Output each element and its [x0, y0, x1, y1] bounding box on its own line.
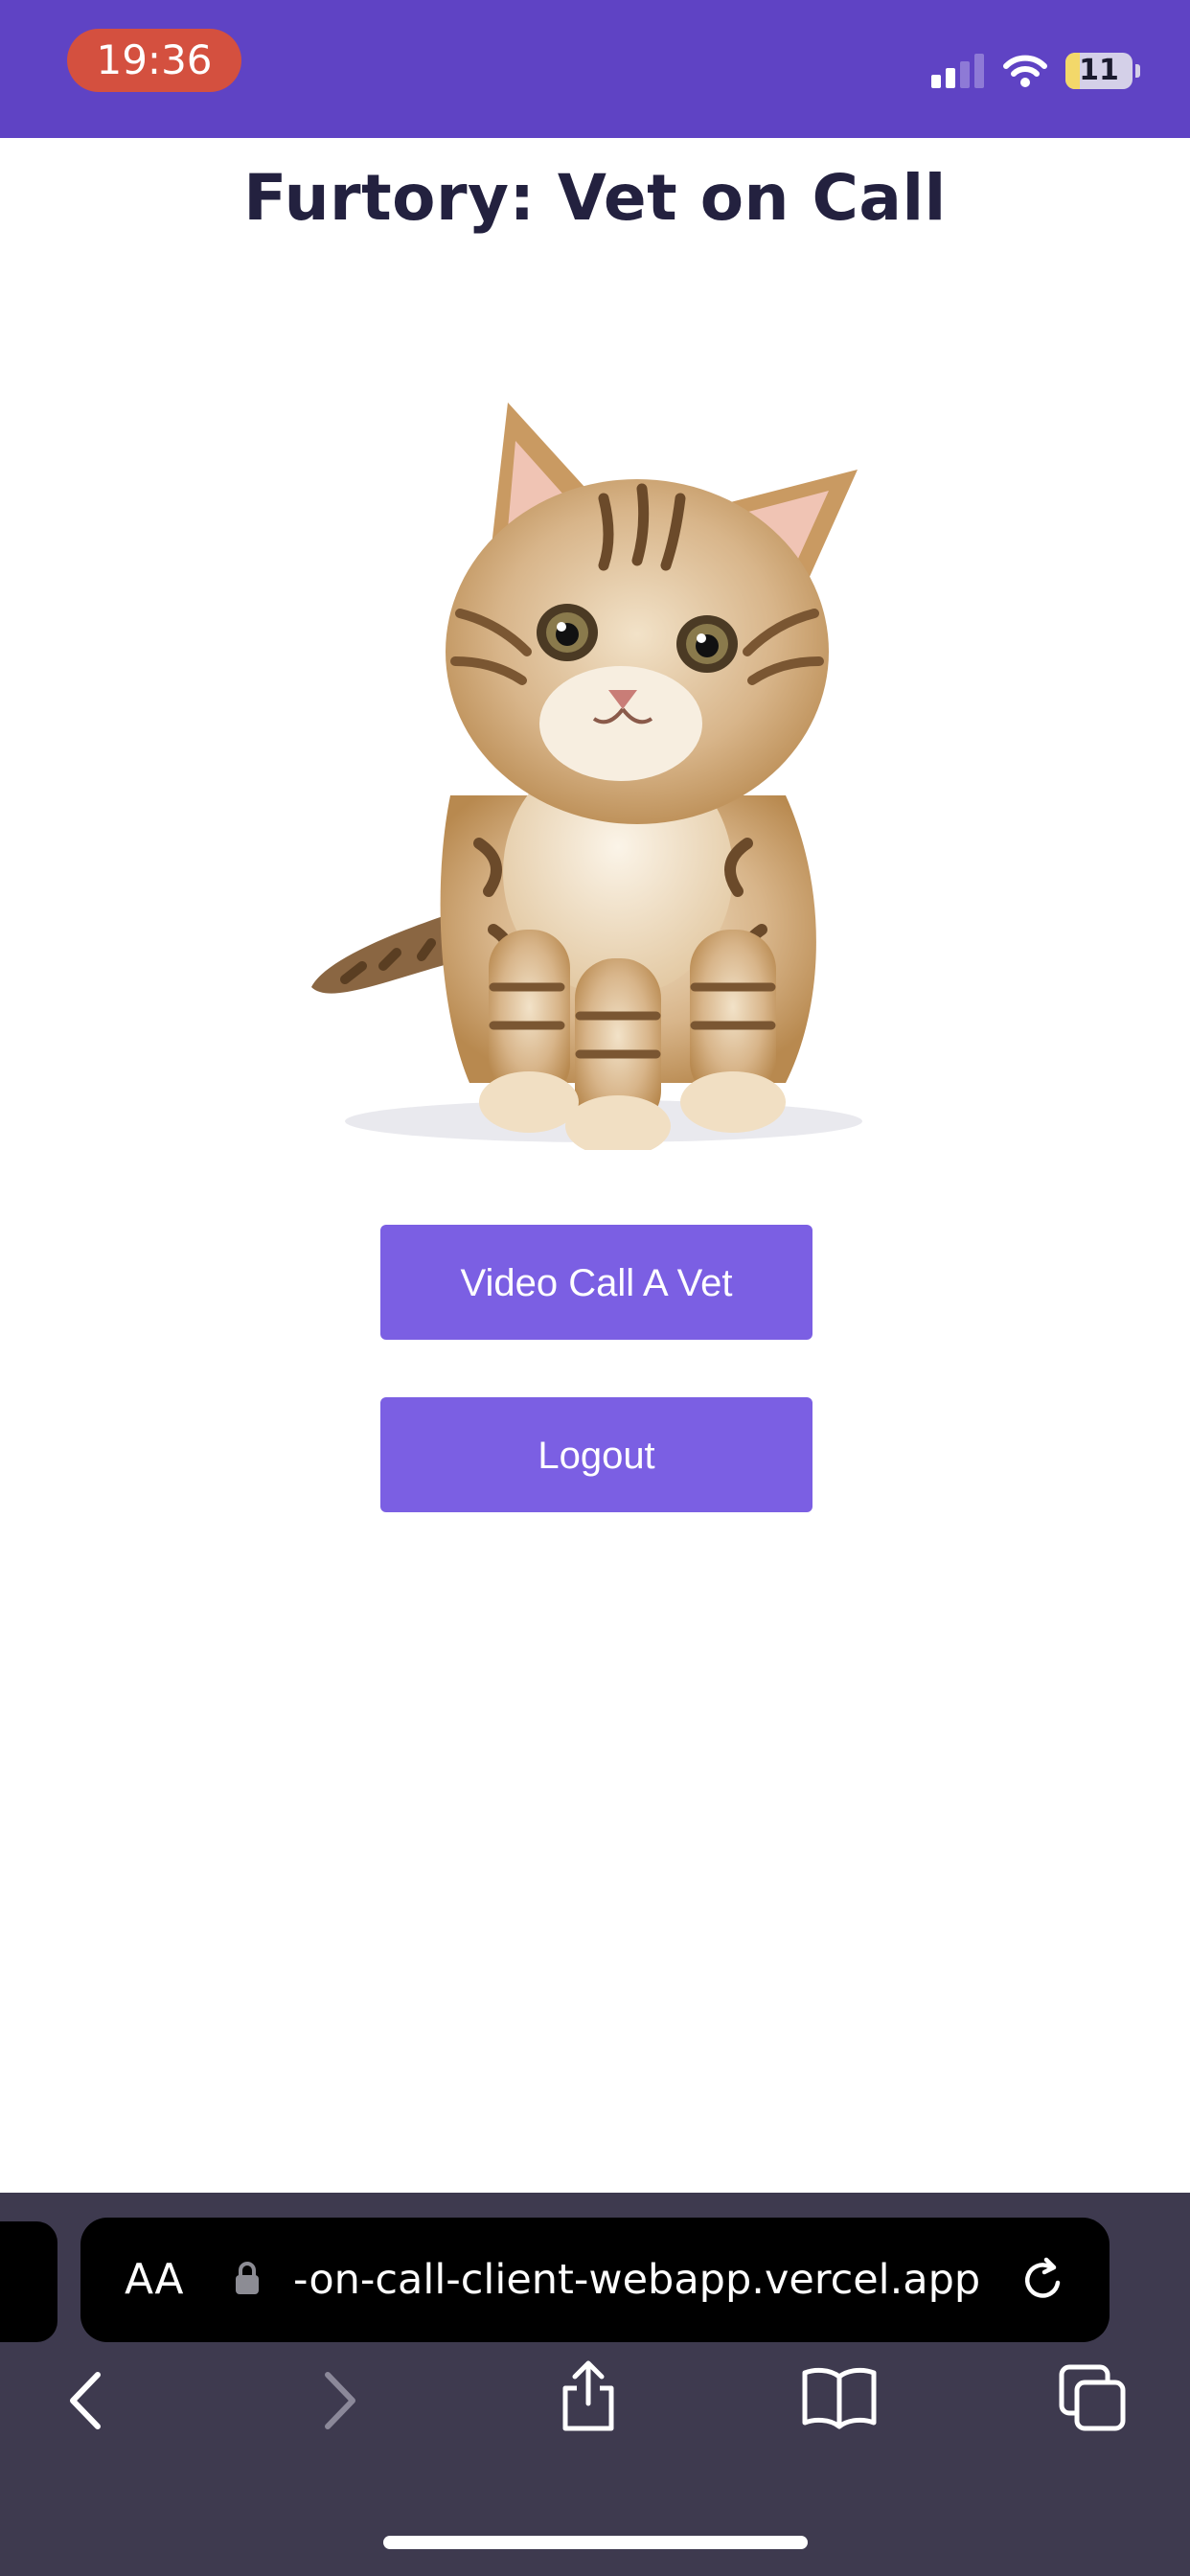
tabs-icon[interactable] — [1058, 2363, 1127, 2432]
home-indicator — [383, 2536, 808, 2549]
share-icon[interactable] — [558, 2358, 619, 2434]
lock-icon — [236, 2262, 259, 2294]
wifi-icon — [1003, 55, 1047, 87]
logout-button[interactable]: Logout — [380, 1397, 812, 1512]
previous-tab-peek[interactable] — [0, 2221, 57, 2342]
url-text[interactable]: -on-call-client-webapp.vercel.app — [293, 2218, 980, 2342]
battery-level: 11 — [1079, 54, 1119, 87]
cellular-signal-icon — [931, 54, 984, 88]
browser-toolbar: AA -on-call-client-webapp.vercel.app — [0, 2193, 1190, 2576]
kitten-image — [311, 402, 862, 1150]
text-size-label: AA — [125, 2255, 184, 2304]
bookmarks-icon[interactable] — [801, 2363, 878, 2430]
status-icons: 11 — [931, 48, 1140, 94]
status-time: 19:36 — [67, 29, 241, 92]
video-call-vet-button[interactable]: Video Call A Vet — [380, 1225, 812, 1340]
text-size-button[interactable]: AA — [125, 2218, 183, 2342]
battery-icon: 11 — [1065, 53, 1133, 89]
address-bar[interactable]: AA -on-call-client-webapp.vercel.app — [80, 2218, 1110, 2342]
back-icon[interactable] — [61, 2367, 109, 2434]
navigation-row — [0, 2360, 1190, 2463]
forward-icon[interactable] — [316, 2367, 364, 2434]
battery-cap — [1135, 64, 1140, 78]
page-title: Furtory: Vet on Call — [243, 161, 947, 235]
status-bar: 19:36 11 — [0, 0, 1190, 138]
reload-icon[interactable] — [1018, 2254, 1069, 2306]
